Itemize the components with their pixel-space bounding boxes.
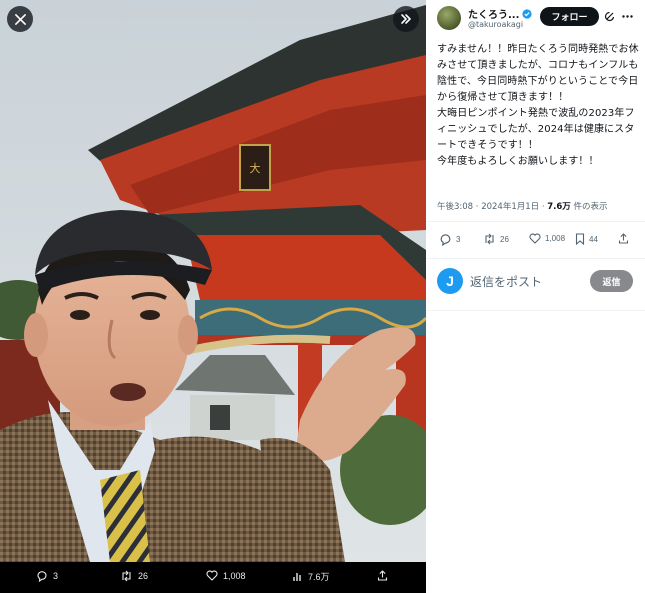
author-avatar[interactable] (437, 6, 461, 30)
divider-bottom (426, 258, 645, 259)
repost-button[interactable]: 26 (483, 233, 509, 245)
media-views-button[interactable]: 7.6万 (292, 570, 330, 583)
media-reply-count: 3 (53, 571, 59, 581)
bar-chart-icon (293, 573, 301, 581)
more-options-icon[interactable] (622, 15, 633, 18)
media-like-count: 1,008 (223, 570, 246, 581)
media-reply-button[interactable]: 3 (36, 570, 58, 582)
close-button[interactable] (7, 6, 33, 32)
close-icon (14, 13, 26, 25)
reply-icon (440, 234, 451, 246)
share-icon (377, 570, 388, 581)
author-name-row: たくろう... (468, 6, 533, 21)
tweet-text: すみません！！昨日たくろう同時発熱でお休みさせて頂きましたが、コロナもインフルも… (437, 44, 639, 167)
reply-input[interactable]: 返信をポスト (470, 273, 542, 290)
repost-icon (485, 233, 494, 245)
bookmark-icon (575, 233, 585, 245)
share-button[interactable] (618, 233, 629, 244)
reply-icon (37, 571, 47, 582)
grok-icon[interactable] (604, 11, 615, 22)
media-viewer: 大 3 26 1,008 7.6万 (0, 0, 426, 593)
reply-count: 3 (456, 235, 461, 244)
heart-icon (206, 570, 218, 581)
reply-submit-button[interactable]: 返信 (590, 270, 633, 292)
chevron-double-right-icon (401, 14, 411, 24)
tweet-panel: たくろう... @takuroakagi フォロー すみません！！昨日たくろう同… (426, 0, 645, 593)
svg-text:大: 大 (250, 161, 261, 175)
follow-button[interactable]: フォロー (540, 7, 599, 26)
tweet-actions: 3 26 1,008 44 (426, 228, 645, 254)
media-views-count: 7.6万 (308, 572, 330, 582)
expand-button[interactable] (393, 6, 419, 32)
verified-badge-icon (522, 8, 533, 19)
media-like-button[interactable]: 1,008 (206, 570, 246, 581)
tweet-meta: 午後3:08 · 2024年1月1日 · 7.6万 件の表示 (437, 200, 608, 212)
current-user-avatar: J (437, 268, 463, 294)
tweet-header: たくろう... @takuroakagi フォロー (426, 0, 645, 36)
repost-icon (122, 570, 131, 582)
like-count: 1,008 (545, 234, 566, 243)
tweet-view-count: 7.6万 (547, 202, 571, 212)
bookmark-button[interactable]: 44 (575, 233, 598, 245)
media-action-bar: 3 26 1,008 7.6万 (0, 562, 426, 593)
bookmark-count: 44 (589, 234, 598, 244)
repost-count: 26 (500, 234, 509, 244)
media-share-button[interactable] (377, 570, 388, 581)
like-button[interactable]: 1,008 (529, 233, 565, 244)
tweet-photo[interactable]: 大 (0, 0, 426, 562)
media-repost-button[interactable]: 26 (120, 570, 148, 582)
tweet-timestamp[interactable]: 午後3:08 · 2024年1月1日 · (437, 202, 547, 212)
author-handle[interactable]: @takuroakagi (468, 20, 523, 29)
divider-top (426, 221, 645, 222)
reply-composer: J 返信をポスト 返信 (426, 262, 645, 300)
tweet-view-suffix: 件の表示 (570, 202, 608, 212)
reply-button[interactable]: 3 (439, 233, 460, 246)
author-display-name[interactable]: たくろう... (468, 6, 519, 21)
media-repost-count: 26 (138, 571, 149, 581)
heart-icon (529, 233, 541, 244)
share-icon (618, 233, 629, 244)
divider-reply (426, 310, 645, 311)
